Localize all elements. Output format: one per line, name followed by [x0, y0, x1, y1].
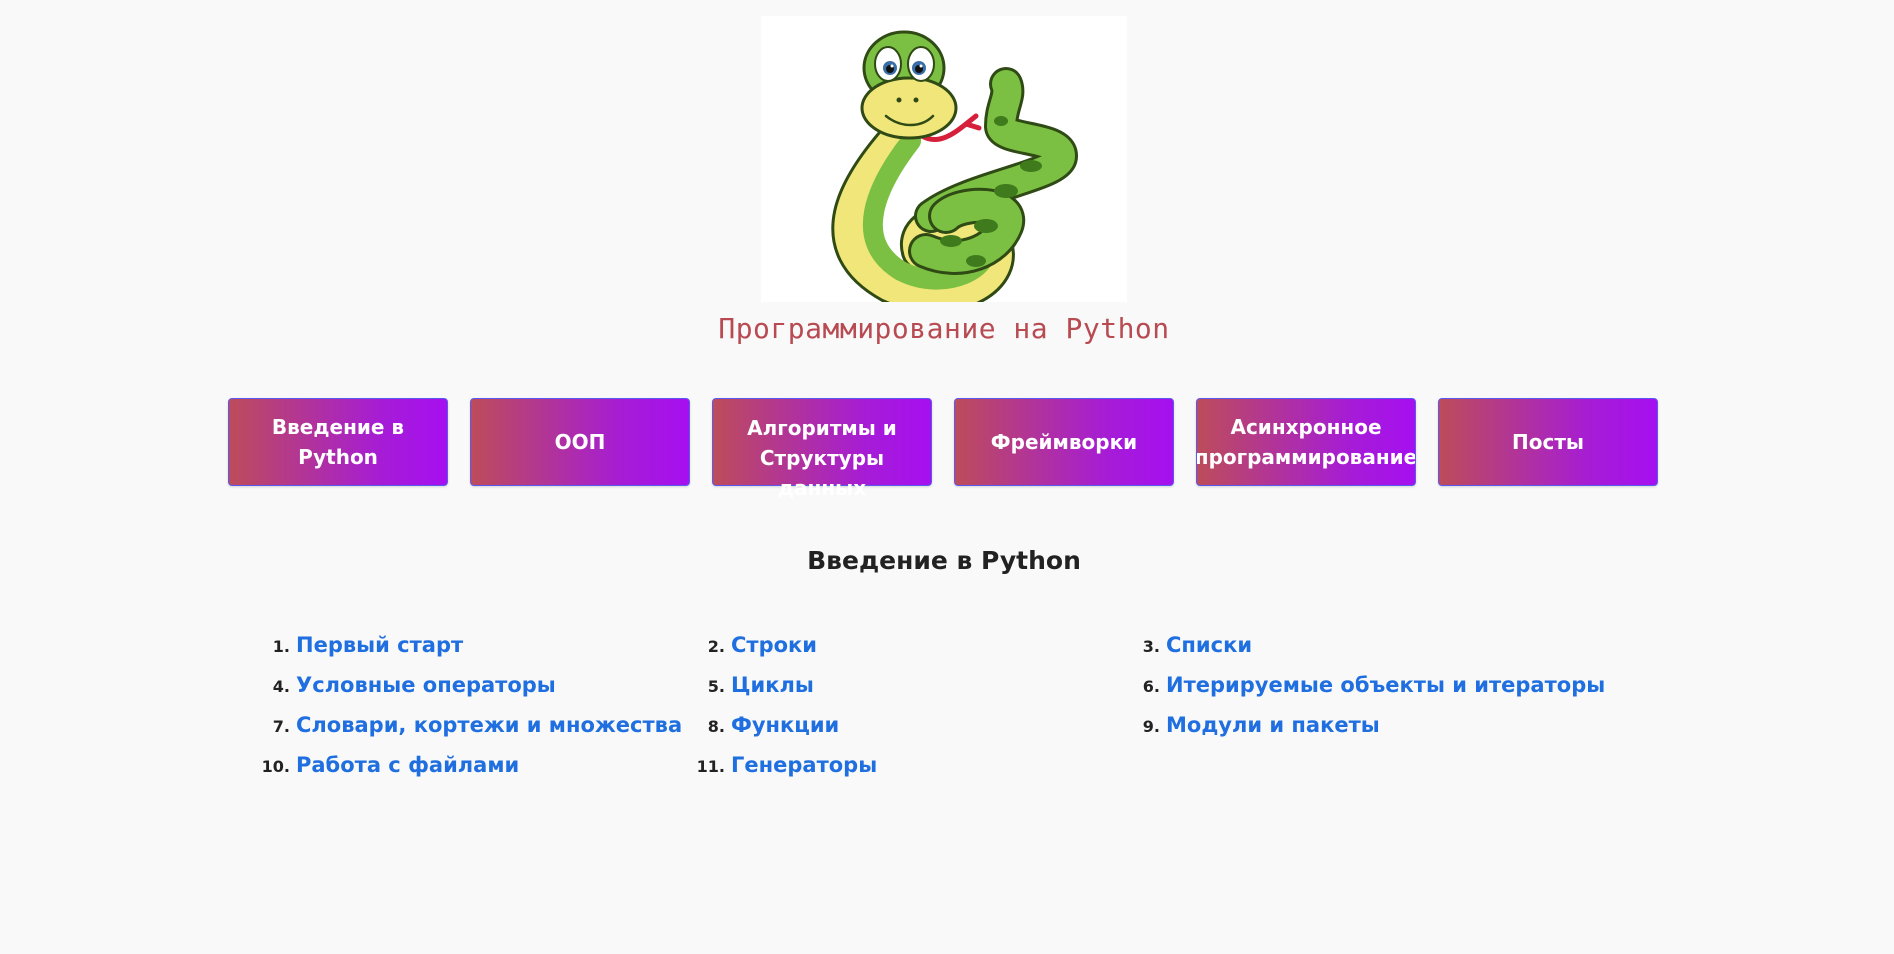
- list-item: 1. Первый старт: [240, 630, 463, 660]
- list-item: 2. Строки: [675, 630, 817, 660]
- nav-button-posts[interactable]: Посты: [1438, 398, 1658, 486]
- topic-link-loops[interactable]: Циклы: [731, 673, 814, 697]
- nav-button-oop[interactable]: ООП: [470, 398, 690, 486]
- nav-button-label: Посты: [1511, 430, 1584, 454]
- nav-button-label: Алгоритмы и Структуры данных: [747, 416, 897, 500]
- list-item: 9. Модули и пакеты: [1110, 710, 1380, 740]
- list-number: 11.: [696, 757, 725, 776]
- list-item: 8. Функции: [675, 710, 840, 740]
- nav-button-label: Фреймворки: [990, 430, 1138, 454]
- list-item: 7. Словари, кортежи и множества: [240, 710, 682, 740]
- list-item: 3. Списки: [1110, 630, 1252, 660]
- nav-button-intro[interactable]: Введение в Python: [228, 398, 448, 486]
- list-item: 5. Циклы: [675, 670, 814, 700]
- topic-link-functions[interactable]: Функции: [731, 713, 839, 737]
- topic-link-dicts[interactable]: Словари, кортежи и множества: [296, 713, 682, 737]
- list-number: 9.: [1142, 717, 1160, 736]
- nav-button-algorithms[interactable]: Алгоритмы и Структуры данных: [712, 398, 932, 500]
- topic-link-first-start[interactable]: Первый старт: [296, 633, 463, 657]
- nav-button-async[interactable]: Асинхронное программирование: [1196, 398, 1416, 486]
- section-title: Введение в Python: [807, 546, 1081, 575]
- topic-link-files[interactable]: Работа с файлами: [296, 753, 519, 777]
- list-item: 11. Генераторы: [675, 750, 878, 780]
- list-number: 4.: [272, 677, 290, 696]
- list-number: 2.: [707, 637, 725, 656]
- list-item: 4. Условные операторы: [240, 670, 556, 700]
- list-number: 7.: [272, 717, 290, 736]
- topic-link-generators[interactable]: Генераторы: [731, 753, 877, 777]
- list-number: 3.: [1142, 637, 1160, 656]
- nav-button-label: Асинхронное программирование: [1196, 415, 1416, 469]
- nav-button-label: Введение в Python: [271, 415, 405, 469]
- snake-image: [831, 30, 1079, 302]
- topic-link-strings[interactable]: Строки: [731, 633, 817, 657]
- list-item: 6. Итерируемые объекты и итераторы: [1110, 670, 1605, 700]
- list-number: 10.: [261, 757, 290, 776]
- list-item: 10. Работа с файлами: [240, 750, 520, 780]
- nav-button-label: ООП: [554, 430, 606, 454]
- list-number: 5.: [707, 677, 725, 696]
- list-number: 6.: [1142, 677, 1160, 696]
- main-nav: Введение в Python ООП Алгоритмы и Структ…: [228, 398, 1660, 500]
- topic-link-modules[interactable]: Модули и пакеты: [1166, 713, 1380, 737]
- list-number: 8.: [707, 717, 725, 736]
- python-snake-logo: [761, 16, 1127, 302]
- nav-button-frameworks[interactable]: Фреймворки: [954, 398, 1174, 486]
- topic-link-iterators[interactable]: Итерируемые объекты и итераторы: [1166, 673, 1605, 697]
- site-title: Программирование на Python: [718, 312, 1170, 345]
- list-number: 1.: [272, 637, 290, 656]
- topic-link-conditionals[interactable]: Условные операторы: [296, 673, 556, 697]
- topic-link-lists[interactable]: Списки: [1166, 633, 1252, 657]
- page: Программирование на Python Введение в Py…: [0, 0, 1894, 954]
